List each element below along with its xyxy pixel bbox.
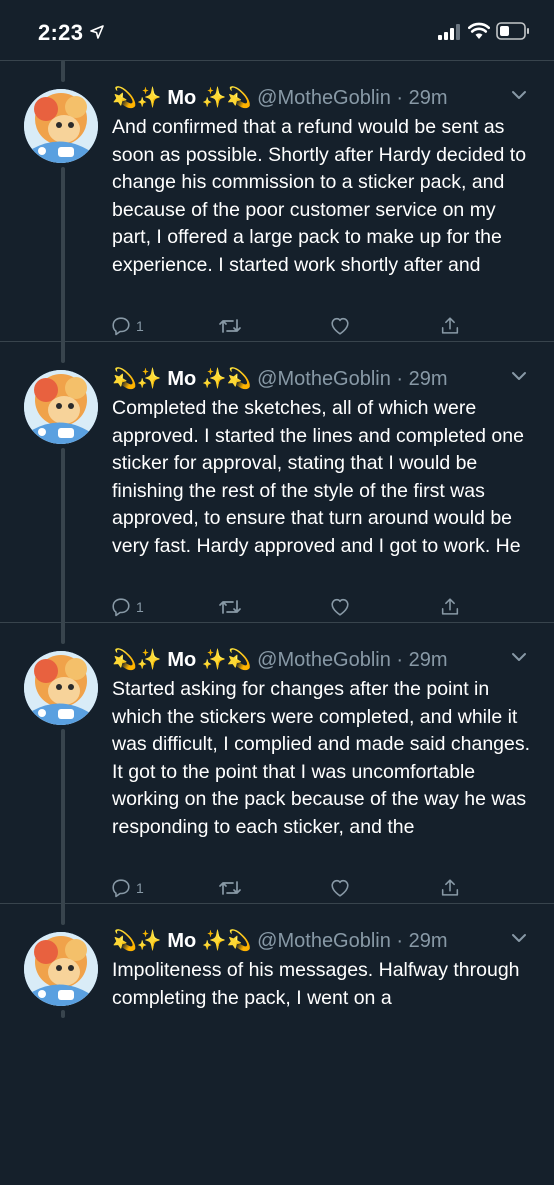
chevron-down-icon[interactable] xyxy=(510,370,528,382)
tweet-text: Completed the sketches, all of which wer… xyxy=(112,397,524,557)
avatar[interactable] xyxy=(24,370,98,444)
tweet-actions: 1 xyxy=(110,596,460,620)
tweet-time[interactable]: 29m xyxy=(409,368,448,390)
reply-button[interactable]: 1 xyxy=(110,596,144,618)
reply-button[interactable]: 1 xyxy=(110,315,144,337)
heart-icon xyxy=(331,598,349,616)
like-button[interactable] xyxy=(329,315,351,337)
tweet-text: Impoliteness of his messages. Halfway th… xyxy=(112,959,520,1009)
retweet-button[interactable] xyxy=(218,877,242,899)
user-handle[interactable]: @MotheGoblin xyxy=(257,87,391,109)
avatar[interactable] xyxy=(24,651,98,725)
retweet-icon xyxy=(219,319,241,333)
avatar-image xyxy=(24,932,98,1006)
retweet-icon xyxy=(219,600,241,614)
tweet-text: And confirmed that a refund would be sen… xyxy=(112,116,527,276)
tweet-header: 💫✨ Mo ✨💫 @MotheGoblin · 29m xyxy=(112,85,532,113)
share-button[interactable] xyxy=(439,596,461,618)
reply-count: 1 xyxy=(136,880,144,896)
battery-icon xyxy=(496,22,529,40)
share-button[interactable] xyxy=(439,877,461,899)
display-name[interactable]: 💫✨ Mo ✨💫 xyxy=(112,649,252,671)
user-handle[interactable]: @MotheGoblin xyxy=(257,930,391,952)
reply-button[interactable]: 1 xyxy=(110,877,144,899)
tweet-time[interactable]: 29m xyxy=(409,649,448,671)
retweet-icon xyxy=(219,881,241,895)
heart-icon xyxy=(331,317,349,335)
cellular-signal-icon xyxy=(438,24,460,40)
separator-dot: · xyxy=(390,649,409,671)
user-handle[interactable]: @MotheGoblin xyxy=(257,368,391,390)
retweet-button[interactable] xyxy=(218,315,242,337)
reply-count: 1 xyxy=(136,318,144,334)
reply-icon xyxy=(112,598,130,617)
tweet-header: 💫✨ Mo ✨💫 @MotheGoblin · 29m xyxy=(112,366,532,394)
chevron-down-icon[interactable] xyxy=(510,932,528,944)
separator-dot: · xyxy=(390,87,409,109)
reply-icon xyxy=(112,317,130,336)
reply-icon xyxy=(112,879,130,898)
display-name[interactable]: 💫✨ Mo ✨💫 xyxy=(112,87,252,109)
status-time: 2:23 xyxy=(38,20,84,45)
avatar-image xyxy=(24,89,98,163)
tweet-actions: 1 xyxy=(110,877,460,901)
chevron-down-icon[interactable] xyxy=(510,651,528,663)
tweet-time[interactable]: 29m xyxy=(409,87,448,109)
like-button[interactable] xyxy=(329,596,351,618)
share-icon xyxy=(441,598,459,615)
reply-count: 1 xyxy=(136,599,144,615)
tweet-header: 💫✨ Mo ✨💫 @MotheGoblin · 29m xyxy=(112,928,532,956)
tweet[interactable]: 💫✨ Mo ✨💫 @MotheGoblin · 29m And confirme… xyxy=(0,61,554,342)
display-name[interactable]: 💫✨ Mo ✨💫 xyxy=(112,368,252,390)
tweet-text: Started asking for changes after the poi… xyxy=(112,678,531,838)
like-button[interactable] xyxy=(329,877,351,899)
display-name[interactable]: 💫✨ Mo ✨💫 xyxy=(112,930,252,952)
retweet-button[interactable] xyxy=(218,596,242,618)
tweet-time[interactable]: 29m xyxy=(409,930,448,952)
tweet[interactable]: 💫✨ Mo ✨💫 @MotheGoblin · 29m Started aski… xyxy=(0,623,554,904)
share-icon xyxy=(441,879,459,896)
heart-icon xyxy=(331,879,349,897)
tweet[interactable]: 💫✨ Mo ✨💫 @MotheGoblin · 29m Completed th… xyxy=(0,342,554,623)
tweet-actions: 1 xyxy=(110,315,460,339)
separator-dot: · xyxy=(390,368,409,390)
location-arrow-icon xyxy=(90,25,104,39)
share-icon xyxy=(441,317,459,334)
wifi-icon xyxy=(468,22,490,39)
avatar[interactable] xyxy=(24,89,98,163)
tweet-header: 💫✨ Mo ✨💫 @MotheGoblin · 29m xyxy=(112,647,532,675)
user-handle[interactable]: @MotheGoblin xyxy=(257,649,391,671)
status-bar: 2:23 xyxy=(0,0,554,60)
chevron-down-icon[interactable] xyxy=(510,89,528,101)
avatar-image xyxy=(24,370,98,444)
share-button[interactable] xyxy=(439,315,461,337)
avatar[interactable] xyxy=(24,932,98,1006)
avatar-image xyxy=(24,651,98,725)
tweet[interactable]: 💫✨ Mo ✨💫 @MotheGoblin · 29m Impoliteness… xyxy=(0,904,554,1185)
separator-dot: · xyxy=(390,930,409,952)
